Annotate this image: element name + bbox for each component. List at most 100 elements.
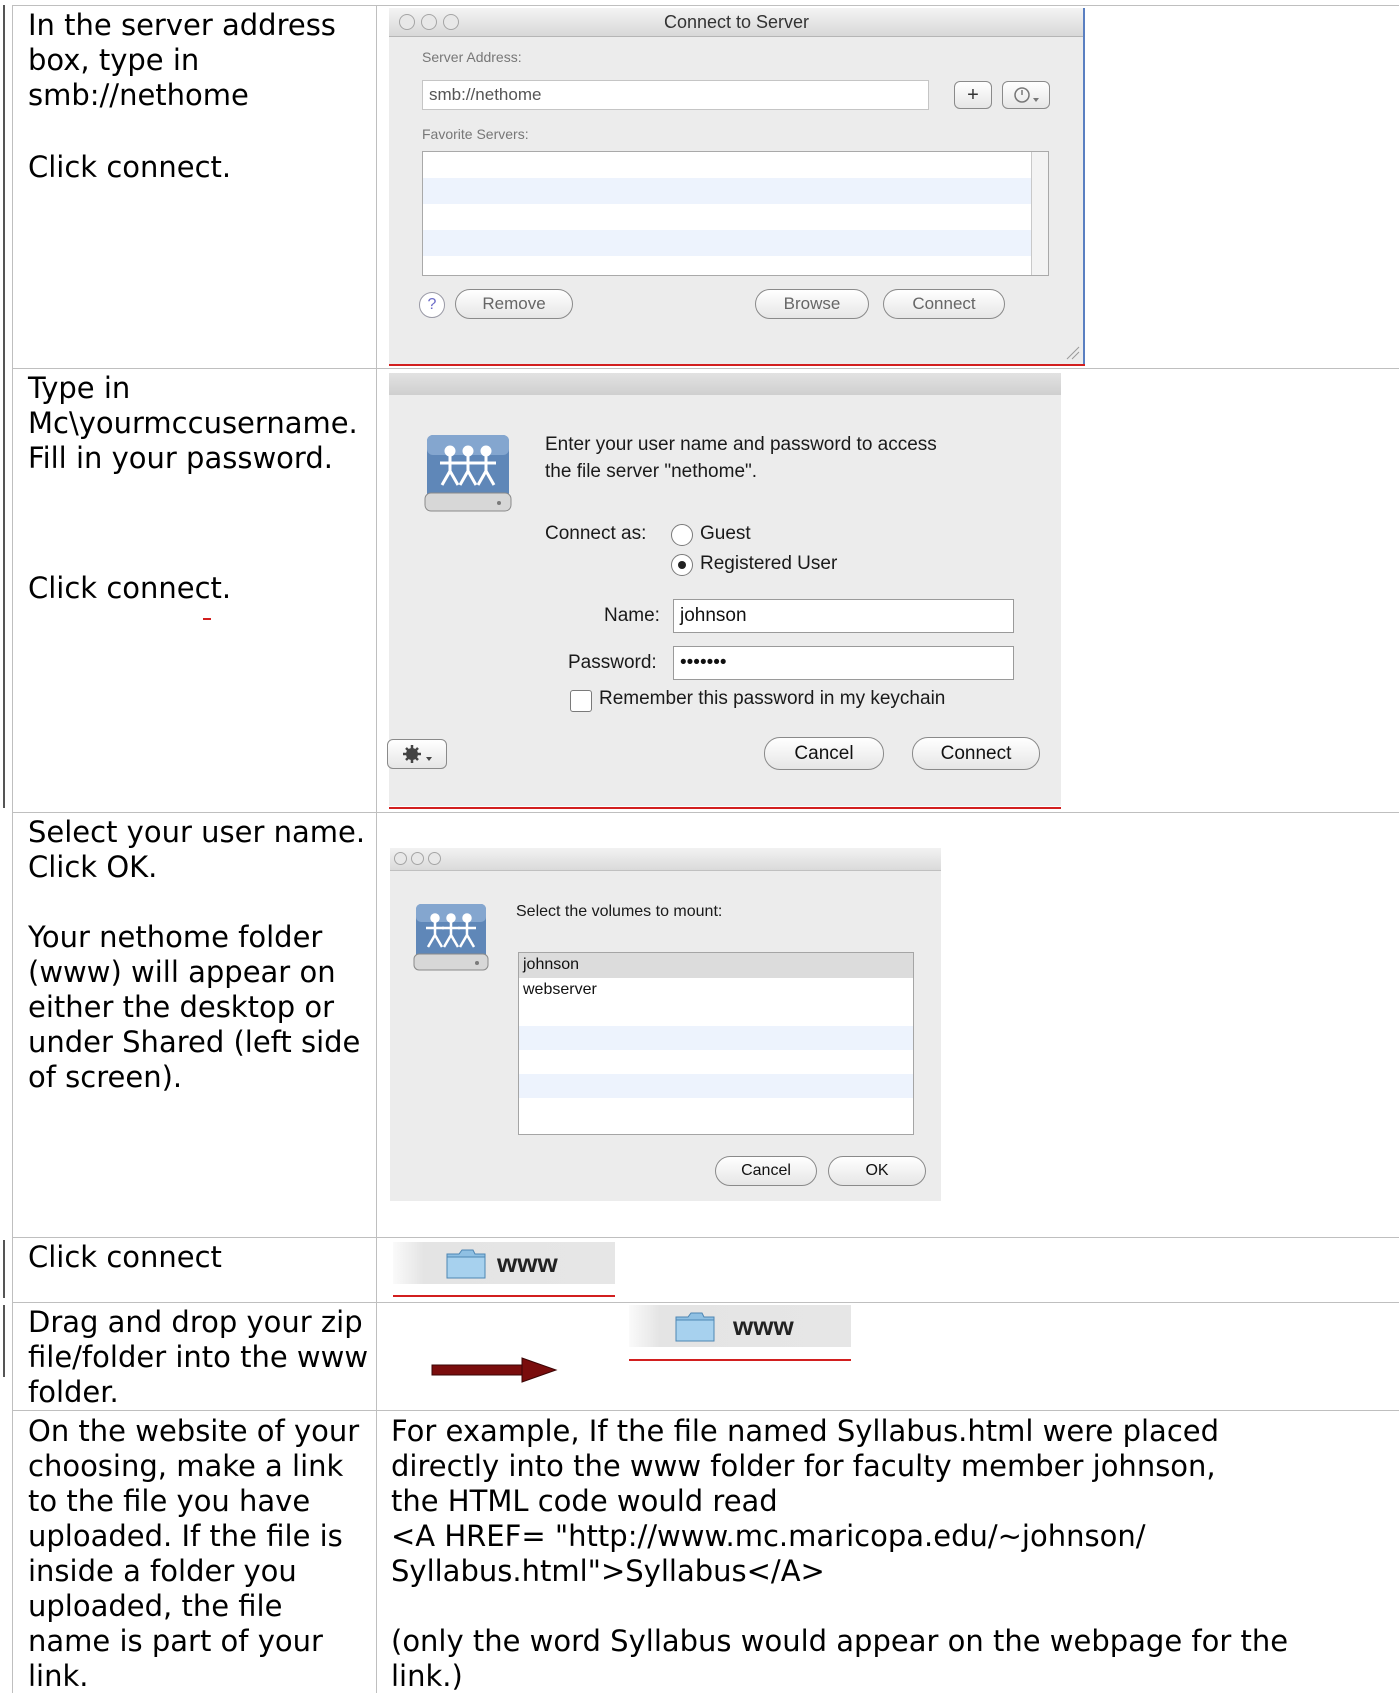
name-label: Name: bbox=[604, 605, 660, 626]
row-divider bbox=[12, 1302, 1399, 1303]
red-underline bbox=[389, 364, 1085, 366]
instruction-row-6: On the website of your choosing, make a … bbox=[28, 1414, 373, 1694]
guest-radio[interactable] bbox=[671, 524, 693, 546]
name-value: johnson bbox=[680, 605, 747, 626]
folder-label: www bbox=[497, 1248, 558, 1278]
table-left-border bbox=[12, 5, 13, 1693]
instruction-row-3: Select your user name. Click OK. Your ne… bbox=[28, 815, 373, 1095]
guest-label: Guest bbox=[700, 523, 751, 544]
example-code-line: <A HREF= "http://www.mc.maricopa.edu/~jo… bbox=[391, 1519, 1146, 1553]
mount-volumes-dialog: Select the volumes to mount: johnson web… bbox=[390, 848, 941, 1201]
red-underline bbox=[389, 807, 1061, 809]
instruction-row-2: Type in Mc\yourmccusername. Fill in your… bbox=[28, 371, 373, 606]
list-item[interactable]: johnson bbox=[523, 956, 579, 974]
help-button[interactable]: ? bbox=[419, 292, 445, 318]
html-example: For example, If the file named Syllabus.… bbox=[391, 1414, 1391, 1694]
remember-password-checkbox[interactable] bbox=[570, 690, 592, 712]
favorite-servers-list[interactable] bbox=[422, 151, 1049, 276]
login-dialog: Enter your user name and password to acc… bbox=[387, 373, 1061, 806]
arrow-right-icon bbox=[431, 1357, 558, 1383]
file-server-icon bbox=[424, 435, 512, 512]
red-underline bbox=[393, 1295, 615, 1297]
row-divider bbox=[12, 1237, 1399, 1238]
registered-user-radio[interactable] bbox=[671, 554, 693, 576]
table-border-top bbox=[12, 5, 1399, 6]
change-bar bbox=[3, 368, 5, 808]
folder-icon bbox=[675, 1312, 715, 1342]
instruction-text: Click connect bbox=[28, 1240, 222, 1274]
example-line: the HTML code would read bbox=[391, 1484, 778, 1518]
plus-icon: + bbox=[967, 84, 979, 106]
remember-password-label: Remember this password in my keychain bbox=[599, 688, 946, 709]
mount-prompt: Select the volumes to mount: bbox=[516, 903, 723, 920]
password-label: Password: bbox=[568, 652, 657, 673]
list-stripe bbox=[423, 178, 1048, 204]
instruction-text: Select your user name. Click OK. bbox=[28, 815, 366, 884]
example-line: For example, If the file named Syllabus.… bbox=[391, 1414, 1220, 1448]
connect-to-server-dialog: Connect to Server Server Address: smb://… bbox=[389, 8, 1084, 364]
minimize-window-icon[interactable] bbox=[411, 852, 424, 865]
instruction-text: Click connect. bbox=[28, 571, 232, 605]
instruction-text: In the server address box, type in smb:/… bbox=[28, 8, 336, 112]
instruction-row-1: In the server address box, type in smb:/… bbox=[28, 8, 373, 185]
zoom-window-icon[interactable] bbox=[428, 852, 441, 865]
ok-button[interactable]: OK bbox=[828, 1156, 926, 1186]
row-divider bbox=[12, 1410, 1399, 1411]
radio-selected-dot bbox=[678, 561, 686, 569]
list-item[interactable]: webserver bbox=[523, 981, 597, 999]
connect-button[interactable]: Connect bbox=[912, 737, 1040, 770]
instruction-text: Click connect. bbox=[28, 150, 232, 184]
www-folder-item[interactable]: www bbox=[393, 1242, 615, 1284]
column-divider bbox=[376, 5, 377, 1693]
registered-user-label: Registered User bbox=[700, 553, 838, 574]
title-bar bbox=[390, 848, 941, 871]
add-favorite-button[interactable]: + bbox=[954, 81, 992, 109]
gear-icon bbox=[403, 745, 432, 763]
server-address-label: Server Address: bbox=[422, 49, 522, 65]
password-value: ••••••• bbox=[680, 652, 727, 673]
connect-button[interactable]: Connect bbox=[883, 289, 1005, 319]
message-line: Enter your user name and password to acc… bbox=[545, 434, 937, 455]
instruction-text: Your nethome folder (www) will appear on… bbox=[28, 920, 361, 1094]
cancel-button[interactable]: Cancel bbox=[764, 737, 884, 770]
list-stripe bbox=[519, 1074, 913, 1098]
volume-list[interactable]: johnson webserver bbox=[518, 952, 914, 1135]
close-window-icon[interactable] bbox=[394, 852, 407, 865]
message-line: the file server "nethome". bbox=[545, 461, 758, 482]
scrollbar[interactable] bbox=[1031, 152, 1048, 275]
server-address-input[interactable]: smb://nethome bbox=[422, 80, 929, 110]
row-divider bbox=[12, 812, 1399, 813]
example-code-line: Syllabus.html">Syllabus</A> bbox=[391, 1554, 825, 1588]
resize-grip-icon[interactable] bbox=[1064, 344, 1080, 360]
instruction-text: Type in Mc\yourmccusername. Fill in your… bbox=[28, 371, 358, 475]
window-edge bbox=[1083, 8, 1085, 364]
change-bar bbox=[3, 5, 5, 370]
www-folder-item[interactable]: www bbox=[629, 1305, 851, 1347]
recent-servers-button[interactable] bbox=[1002, 81, 1050, 109]
name-input[interactable]: johnson bbox=[673, 599, 1014, 633]
favorite-servers-label: Favorite Servers: bbox=[422, 126, 529, 142]
list-stripe bbox=[423, 230, 1048, 256]
dialog-title: Connect to Server bbox=[663, 12, 810, 32]
red-underline bbox=[203, 618, 211, 620]
change-bar bbox=[3, 1240, 5, 1298]
folder-icon bbox=[446, 1249, 486, 1279]
example-line: link.) bbox=[391, 1659, 463, 1693]
row-divider bbox=[12, 368, 1399, 369]
instruction-row-4: Click connect bbox=[28, 1240, 373, 1275]
login-message: Enter your user name and password to acc… bbox=[545, 431, 937, 485]
folder-label: www bbox=[733, 1311, 794, 1341]
password-input[interactable]: ••••••• bbox=[673, 646, 1014, 680]
example-line: directly into the www folder for faculty… bbox=[391, 1449, 1216, 1483]
instruction-text: Drag and drop your zip file/folder into … bbox=[28, 1305, 369, 1409]
example-line: (only the word Syllabus would appear on … bbox=[391, 1624, 1289, 1658]
action-menu-button[interactable] bbox=[387, 739, 447, 769]
remove-button[interactable]: Remove bbox=[455, 289, 573, 319]
cancel-button[interactable]: Cancel bbox=[715, 1156, 817, 1186]
clock-icon bbox=[1014, 87, 1039, 103]
sheet-top bbox=[389, 373, 1061, 395]
connect-as-label: Connect as: bbox=[545, 523, 647, 544]
browse-button[interactable]: Browse bbox=[755, 289, 869, 319]
change-bar bbox=[3, 1305, 5, 1377]
